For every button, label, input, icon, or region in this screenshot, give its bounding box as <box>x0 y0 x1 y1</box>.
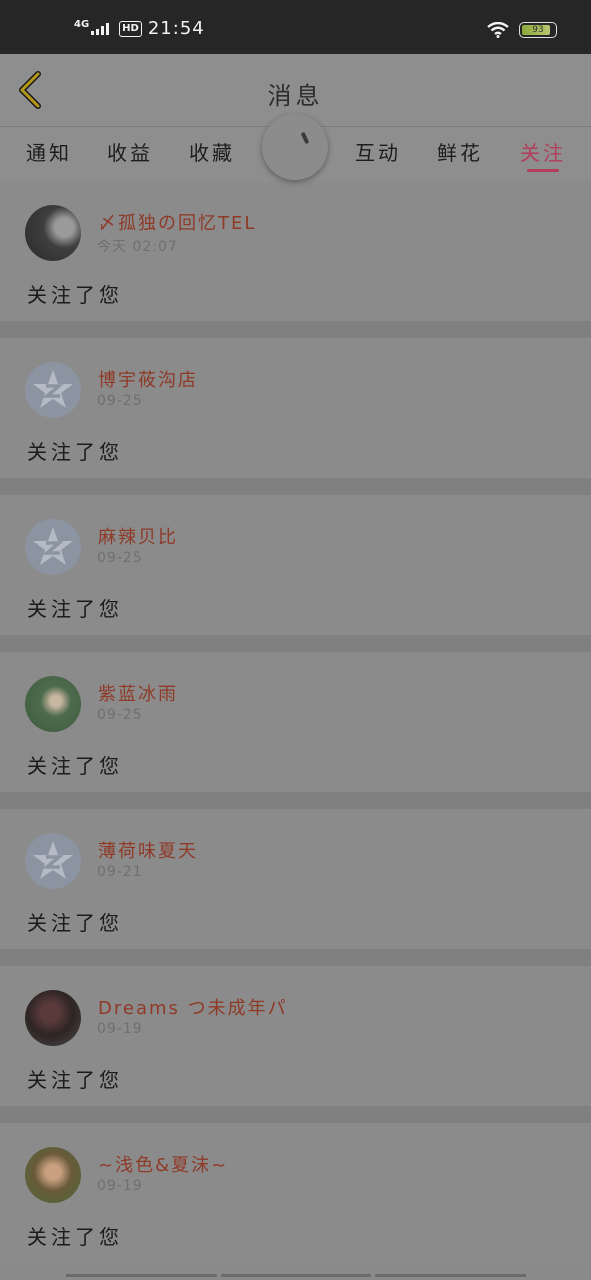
wifi-icon <box>487 22 509 38</box>
gesture-bar <box>66 1274 527 1278</box>
status-right: 93 <box>487 22 557 38</box>
message-text: 关注了您 <box>27 597 123 621</box>
avatar[interactable] <box>25 990 81 1046</box>
message-text: 关注了您 <box>27 440 123 464</box>
star-icon <box>33 527 73 565</box>
star-icon <box>33 841 73 879</box>
status-time: 21:54 <box>147 18 205 39</box>
avatar[interactable] <box>25 205 81 261</box>
battery-level: 93 <box>532 25 544 35</box>
username[interactable]: ~浅色&夏沫~ <box>98 1151 228 1177</box>
timestamp: 09-19 <box>97 1021 143 1037</box>
message-text: 关注了您 <box>27 911 123 935</box>
list-item[interactable]: 〆孤独の回忆TEL 今天 02:07 关注了您 <box>0 181 591 338</box>
message-text: 关注了您 <box>27 1225 123 1249</box>
timestamp: 今天 02:07 <box>97 239 178 255</box>
qq-default-avatar[interactable] <box>25 519 81 575</box>
username[interactable]: 博宇莜沟店 <box>98 366 198 392</box>
qq-default-avatar[interactable] <box>25 362 81 418</box>
star-icon <box>33 370 73 408</box>
tab-interactions[interactable]: 互动 <box>355 137 401 166</box>
tab-flowers[interactable]: 鲜花 <box>437 137 483 166</box>
battery-icon: 93 <box>519 22 557 38</box>
timestamp: 09-25 <box>97 393 143 409</box>
username[interactable]: 紫蓝冰雨 <box>98 680 178 706</box>
timestamp: 09-21 <box>97 864 143 880</box>
page-title: 消息 <box>267 82 324 110</box>
list-item[interactable]: 薄荷味夏天 09-21 关注了您 <box>0 809 591 966</box>
loading-spinner <box>262 114 328 180</box>
message-text: 关注了您 <box>27 754 123 778</box>
list-item[interactable]: Dreams つ未成年パ 09-19 关注了您 <box>0 966 591 1123</box>
timestamp: 09-25 <box>97 550 143 566</box>
username[interactable]: 麻辣贝比 <box>98 523 178 549</box>
list-item[interactable]: ~浅色&夏沫~ 09-19 关注了您 <box>0 1123 591 1263</box>
list-item[interactable]: 紫蓝冰雨 09-25 关注了您 <box>0 652 591 809</box>
tab-favorites[interactable]: 收藏 <box>189 137 235 166</box>
message-text: 关注了您 <box>27 283 123 307</box>
list-item[interactable]: 麻辣贝比 09-25 关注了您 <box>0 495 591 652</box>
qq-default-avatar[interactable] <box>25 833 81 889</box>
signal-icon <box>91 22 110 35</box>
active-tab-indicator <box>527 169 559 172</box>
username[interactable]: 薄荷味夏天 <box>98 837 198 863</box>
hd-badge: HD <box>119 20 142 37</box>
tab-following[interactable]: 关注 <box>520 137 566 166</box>
avatar[interactable] <box>25 676 81 732</box>
avatar[interactable] <box>25 1147 81 1203</box>
status-left: 4G HD 21:54 <box>74 18 205 39</box>
timestamp: 09-19 <box>97 1178 143 1194</box>
network-type: 4G <box>74 18 90 30</box>
timestamp: 09-25 <box>97 707 143 723</box>
username[interactable]: Dreams つ未成年パ <box>98 994 288 1020</box>
username[interactable]: 〆孤独の回忆TEL <box>98 209 256 235</box>
status-bar: 4G HD 21:54 93 <box>0 0 591 54</box>
follow-list: 〆孤独の回忆TEL 今天 02:07 关注了您 博宇莜沟店 09-25 关注了您… <box>0 181 591 1263</box>
tab-notifications[interactable]: 通知 <box>26 137 72 166</box>
message-text: 关注了您 <box>27 1068 123 1092</box>
list-item[interactable]: 博宇莜沟店 09-25 关注了您 <box>0 338 591 495</box>
tab-earnings[interactable]: 收益 <box>107 137 153 166</box>
